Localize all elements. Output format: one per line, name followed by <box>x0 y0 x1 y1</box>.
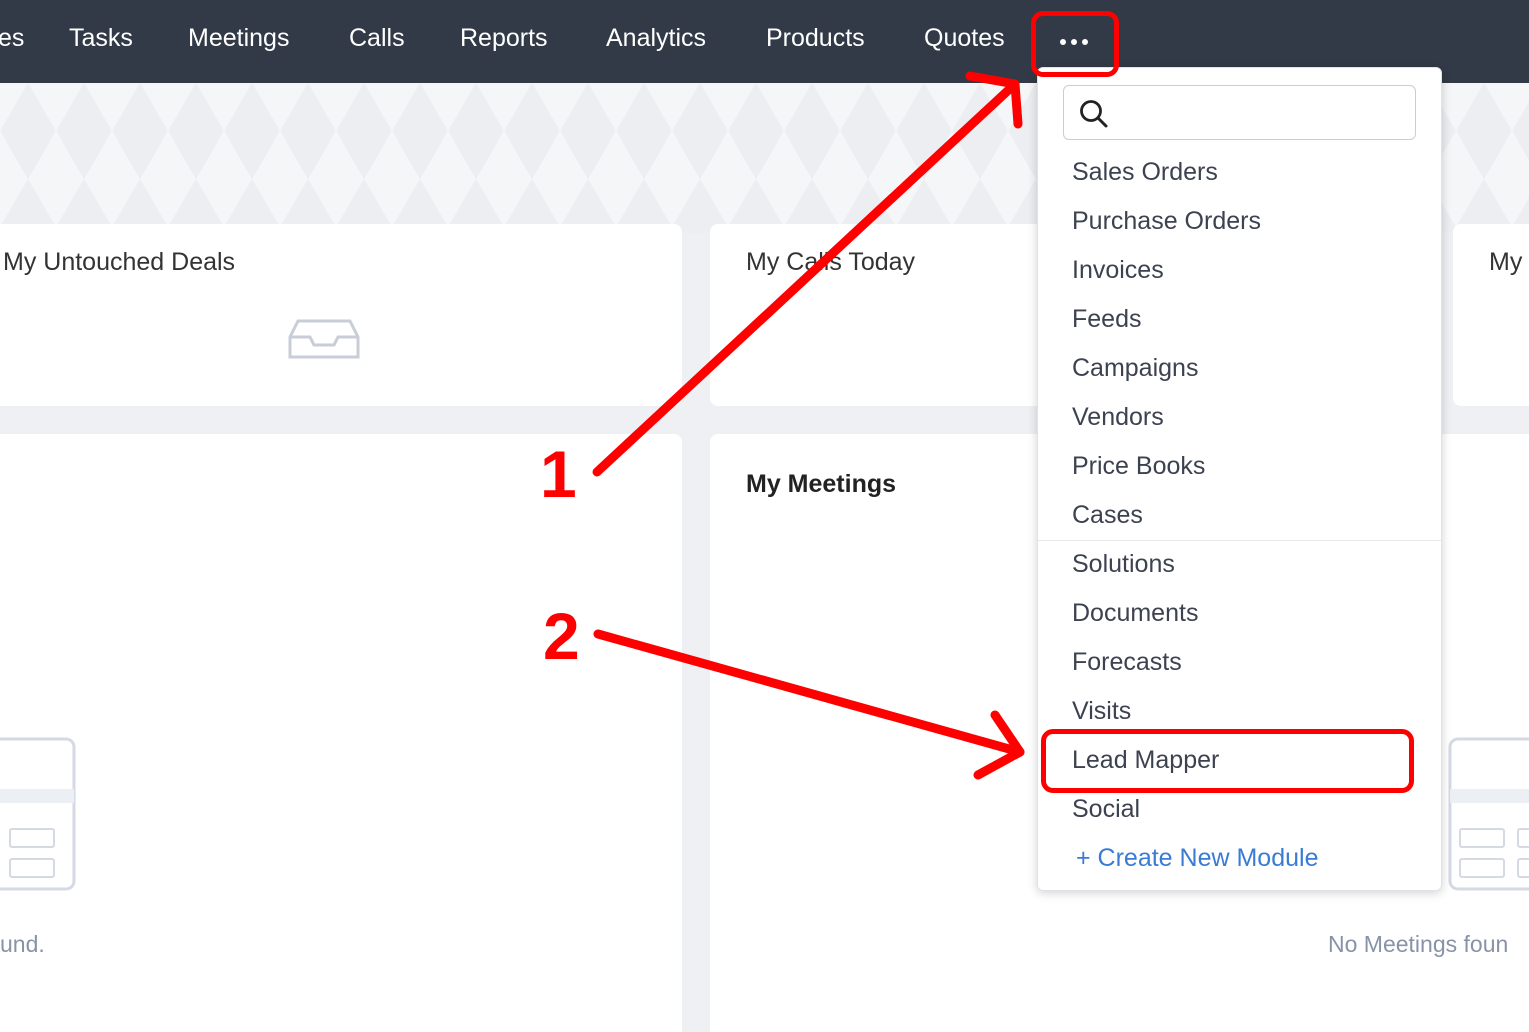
dropdown-item-social[interactable]: Social <box>1072 795 1140 824</box>
untouched-deals-card: My Untouched Deals <box>0 224 682 406</box>
dropdown-item-cases[interactable]: Cases <box>1072 501 1143 530</box>
module-search-input[interactable] <box>1063 85 1416 140</box>
dropdown-item-feeds[interactable]: Feeds <box>1072 305 1141 334</box>
dropdown-item-visits[interactable]: Visits <box>1072 697 1131 726</box>
search-icon <box>1078 98 1110 130</box>
dropdown-item-invoices[interactable]: Invoices <box>1072 256 1164 285</box>
nav-item-calls[interactable]: Calls <box>349 24 405 53</box>
card-title: My Calls Today <box>746 248 916 276</box>
nav-item-tasks[interactable]: Tasks <box>69 24 133 53</box>
inbox-icon <box>288 319 360 366</box>
right-partial-card: My <box>1453 224 1529 406</box>
dropdown-divider <box>1038 540 1441 541</box>
dropdown-item-forecasts[interactable]: Forecasts <box>1072 648 1182 677</box>
calls-today-card: My Calls Today <box>710 224 1050 406</box>
nav-item-reports[interactable]: Reports <box>460 24 548 53</box>
nav-item-analytics[interactable]: Analytics <box>606 24 706 53</box>
empty-state-text: No Meetings foun <box>1328 931 1509 957</box>
card-title: My <box>1489 248 1523 276</box>
card-title: My Meetings <box>746 470 897 498</box>
dropdown-item-documents[interactable]: Documents <box>1072 599 1198 628</box>
annotation-step-2: 2 <box>543 599 580 673</box>
dropdown-item-campaigns[interactable]: Campaigns <box>1072 354 1198 383</box>
empty-state-text: und. <box>0 931 45 957</box>
nav-item-partial[interactable]: es <box>0 24 24 53</box>
dropdown-item-solutions[interactable]: Solutions <box>1072 550 1175 579</box>
card-title: My Untouched Deals <box>3 248 236 276</box>
annotation-highlight-more <box>1031 11 1119 77</box>
dropdown-item-purchase-orders[interactable]: Purchase Orders <box>1072 207 1261 236</box>
nav-item-products[interactable]: Products <box>766 24 865 53</box>
dropdown-item-price-books[interactable]: Price Books <box>1072 452 1205 481</box>
annotation-highlight-lead-mapper <box>1041 729 1414 793</box>
left-lower-card: und. <box>0 434 682 1032</box>
annotation-step-1: 1 <box>540 437 577 511</box>
dropdown-item-sales-orders[interactable]: Sales Orders <box>1072 158 1218 187</box>
empty-table-illustration-icon <box>1440 719 1529 899</box>
create-new-module-link[interactable]: + Create New Module <box>1076 844 1318 873</box>
nav-item-quotes[interactable]: Quotes <box>924 24 1005 53</box>
dropdown-item-vendors[interactable]: Vendors <box>1072 403 1164 432</box>
nav-item-meetings[interactable]: Meetings <box>188 24 289 53</box>
empty-table-illustration-icon <box>0 719 80 899</box>
